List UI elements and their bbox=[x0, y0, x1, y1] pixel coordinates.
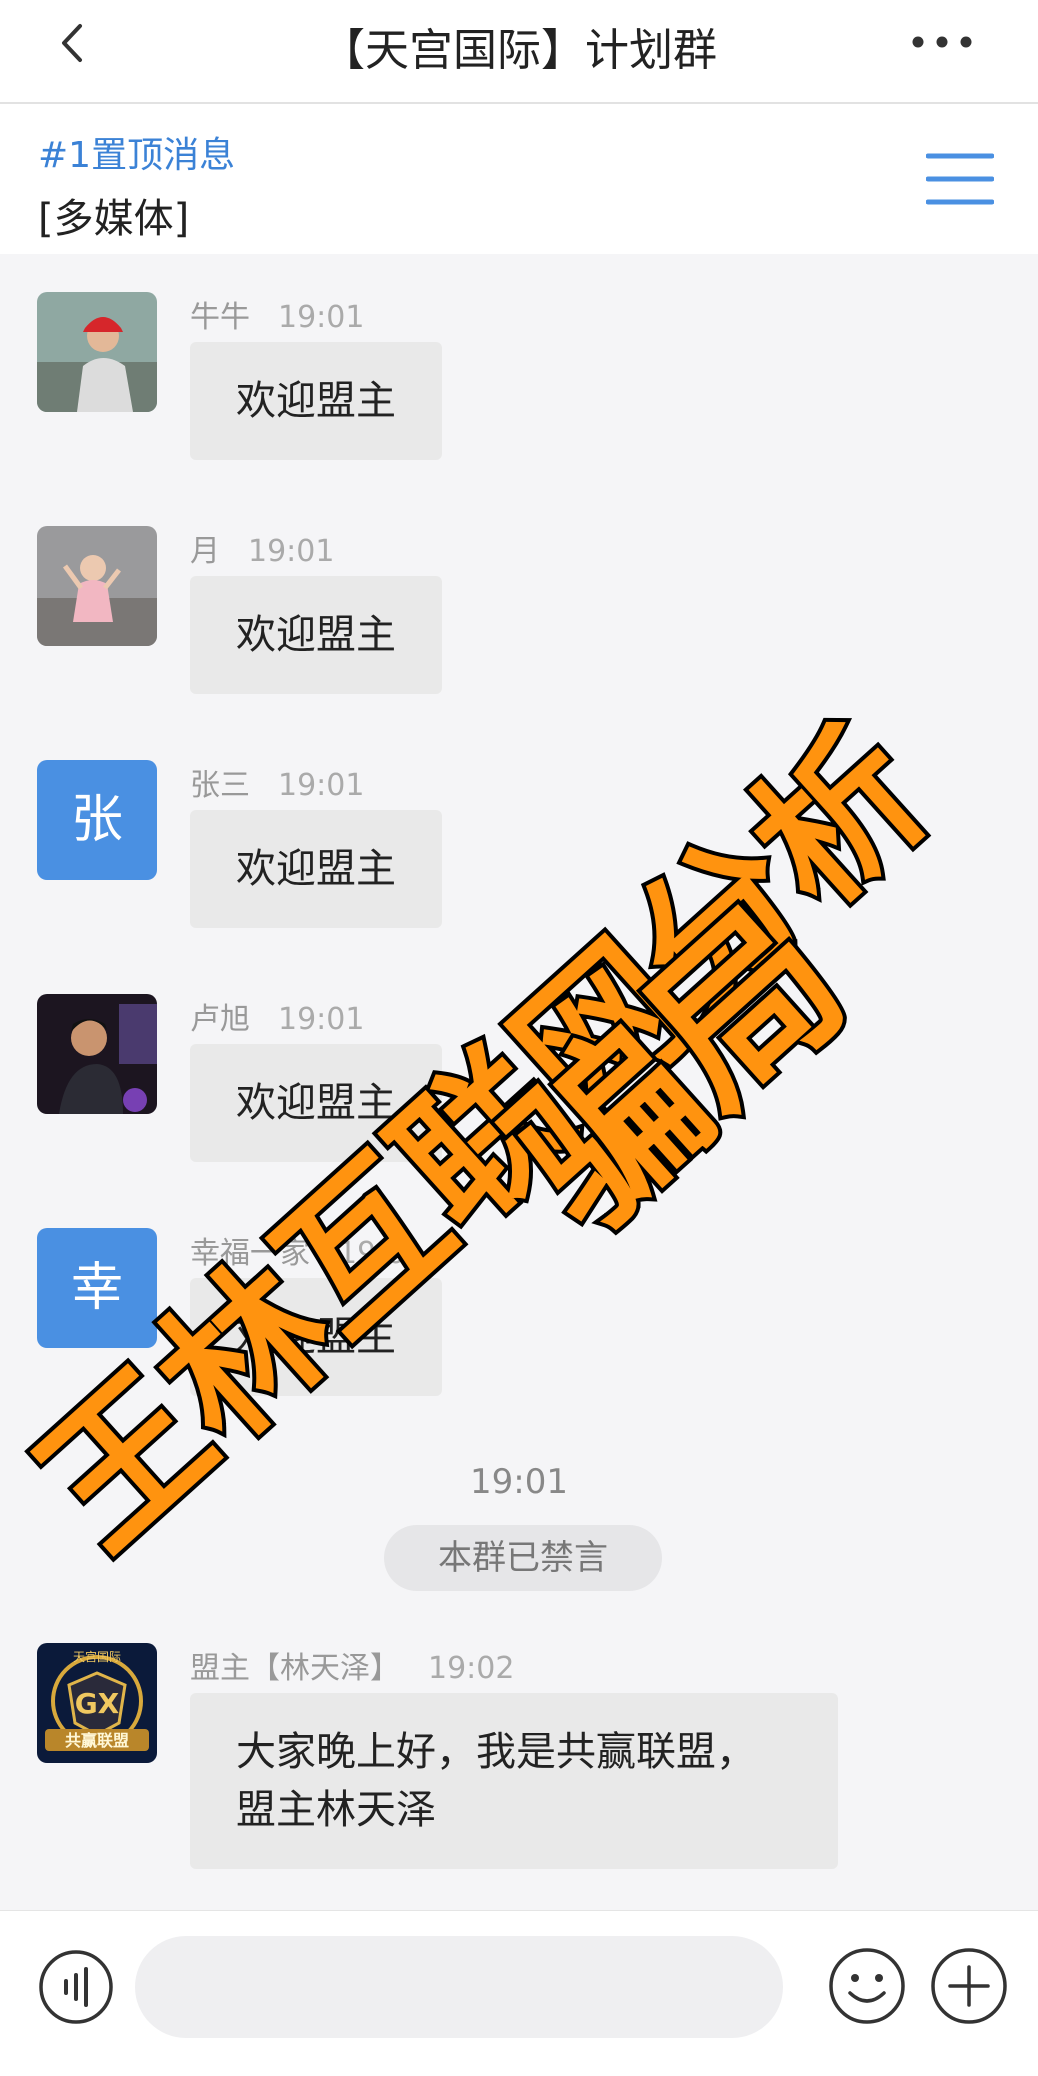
sender-name: 张三 bbox=[190, 768, 250, 803]
group-muted-notice: 本群已禁言 bbox=[384, 1525, 662, 1591]
message-time: 19:01 bbox=[338, 1236, 425, 1271]
avatar[interactable]: 天宫国际 GX 共赢联盟 bbox=[37, 1643, 157, 1763]
avatar-badge-band-text: 共赢联盟 bbox=[65, 1731, 129, 1750]
message-time: 19:01 bbox=[278, 768, 365, 803]
pinned-list-icon[interactable] bbox=[926, 148, 994, 210]
message-meta: 盟主【林天泽】 19:02 bbox=[190, 1643, 514, 1687]
message-bubble[interactable]: 欢迎盟主 bbox=[190, 1044, 442, 1162]
pinned-message-label: #1置顶消息 bbox=[38, 135, 236, 176]
message-input[interactable] bbox=[135, 1936, 783, 2038]
watermark-line-2: 骗局 bbox=[475, 871, 882, 1267]
message-bubble[interactable]: 欢迎盟主 bbox=[190, 342, 442, 460]
pinned-message-banner[interactable]: #1置顶消息 [多媒体] bbox=[0, 104, 1038, 254]
add-attachment-icon[interactable] bbox=[930, 1947, 1008, 2025]
message-bubble[interactable]: 欢迎盟主 bbox=[190, 1278, 442, 1396]
avatar[interactable] bbox=[37, 292, 157, 412]
system-timestamp: 19:01 bbox=[470, 1462, 568, 1502]
more-options-icon[interactable] bbox=[910, 30, 974, 54]
sender-name: 盟主【林天泽】 bbox=[190, 1651, 400, 1686]
top-bar: 【天宫国际】计划群 bbox=[0, 0, 1038, 104]
emoji-icon[interactable] bbox=[828, 1947, 906, 2025]
avatar[interactable]: 幸 bbox=[37, 1228, 157, 1348]
message-bubble[interactable]: 欢迎盟主 bbox=[190, 810, 442, 928]
message-time: 19:01 bbox=[278, 300, 365, 335]
voice-input-icon[interactable] bbox=[38, 1949, 114, 2025]
sender-name: 卢旭 bbox=[190, 1002, 250, 1037]
sender-name: 月 bbox=[190, 534, 220, 569]
avatar[interactable] bbox=[37, 994, 157, 1114]
chat-title: 【天宫国际】计划群 bbox=[321, 25, 717, 76]
message-meta: 卢旭 19:01 bbox=[190, 994, 364, 1038]
avatar[interactable]: 张 bbox=[37, 760, 157, 880]
sender-name: 幸福一家 bbox=[190, 1236, 310, 1271]
message-time: 19:01 bbox=[248, 534, 335, 569]
input-bar bbox=[0, 1910, 1038, 2076]
message-meta: 张三 19:01 bbox=[190, 760, 364, 804]
message-meta: 幸福一家 19:01 bbox=[190, 1228, 424, 1272]
pinned-message-content: [多媒体] bbox=[38, 196, 190, 242]
avatar-badge-mid-text: GX bbox=[75, 1687, 120, 1720]
message-meta: 月 19:01 bbox=[190, 526, 334, 570]
message-bubble[interactable]: 欢迎盟主 bbox=[190, 576, 442, 694]
message-meta: 牛牛 19:01 bbox=[190, 292, 364, 336]
message-time: 19:01 bbox=[278, 1002, 365, 1037]
message-time: 19:02 bbox=[428, 1651, 515, 1686]
message-bubble[interactable]: 大家晚上好，我是共赢联盟，盟主林天泽 bbox=[190, 1693, 838, 1869]
sender-name: 牛牛 bbox=[190, 300, 250, 335]
avatar[interactable] bbox=[37, 526, 157, 646]
avatar-badge-top-text: 天宫国际 bbox=[73, 1649, 121, 1664]
